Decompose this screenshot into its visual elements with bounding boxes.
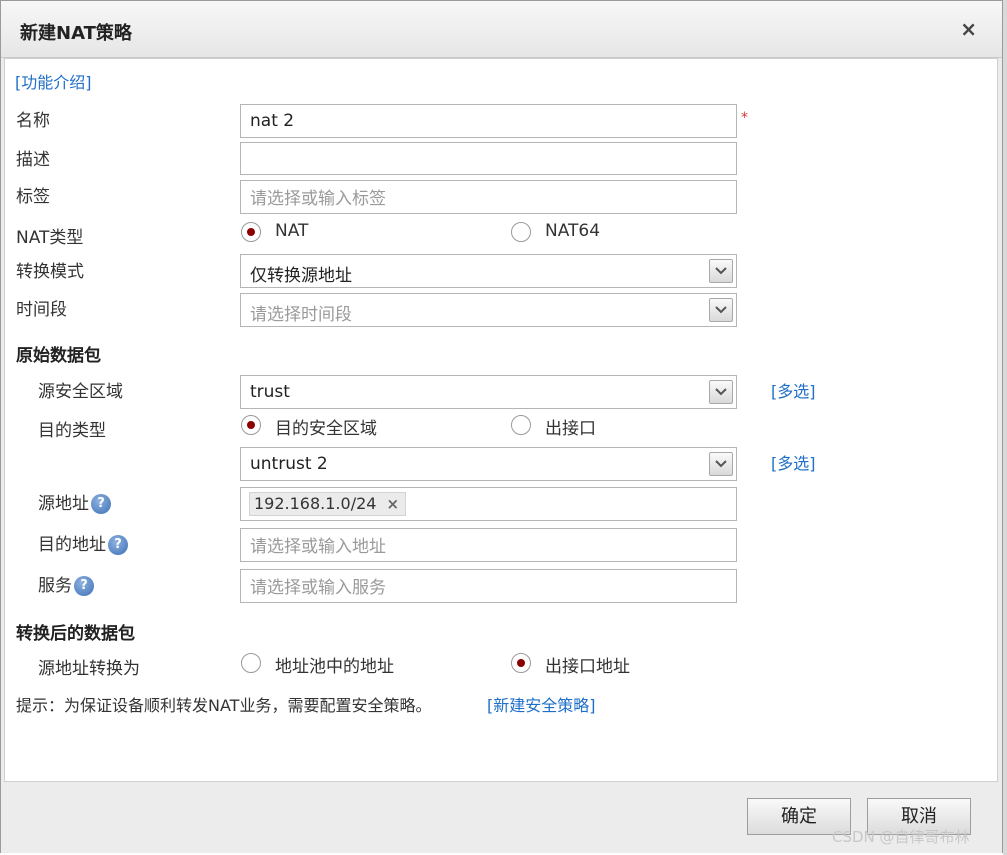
dst-zone-select-value: untrust 2 [250,454,328,474]
tag-remove-icon[interactable]: × [386,495,399,513]
dialog-title: 新建NAT策略 [20,23,132,44]
dst-zone-multi-select-link[interactable]: [多选] [771,450,816,474]
service-input[interactable]: 请选择或输入服务 [240,569,737,603]
dst-addr-label: 目的地址? [38,530,128,555]
original-packet-section-title: 原始数据包 [16,346,101,366]
src-zone-label: 源安全区域 [38,382,123,402]
service-label: 服务? [38,571,94,596]
service-label-text: 服务 [38,576,72,596]
translated-packet-section-title: 转换后的数据包 [16,624,135,644]
dialog-content: [功能介绍] 名称 nat 2 * 描述 标签 请选择或输入标签 NAT类型 N… [4,58,998,782]
chevron-down-icon[interactable] [709,380,733,404]
nat-policy-dialog: 新建NAT策略 × [功能介绍] 名称 nat 2 * 描述 标签 请选择或输入… [0,0,1003,853]
dst-type-label: 目的类型 [38,421,106,441]
src-translate-option-interface: 出接口地址 [545,657,630,677]
name-input[interactable]: nat 2 [240,104,737,138]
help-icon[interactable]: ? [74,576,94,596]
time-select-placeholder: 请选择时间段 [250,305,352,325]
time-select[interactable]: 请选择时间段 [240,293,737,327]
mode-label: 转换模式 [16,262,84,282]
src-translate-label: 源地址转换为 [38,659,140,679]
watermark: CSDN @自律哥布林 [832,828,970,846]
src-translate-radio-pool[interactable] [241,653,261,673]
name-label: 名称 [16,111,50,131]
dst-type-option-interface: 出接口 [545,419,596,439]
chevron-down-icon[interactable] [709,298,733,322]
description-label: 描述 [16,150,50,170]
src-zone-select[interactable]: trust [240,375,737,409]
src-addr-tag-text: 192.168.1.0/24 [254,494,377,513]
time-label: 时间段 [16,300,67,320]
description-input[interactable] [240,142,737,175]
nat-type-option-nat64: NAT64 [545,221,601,241]
dialog-titlebar: 新建NAT策略 × [1,1,1002,58]
help-icon[interactable]: ? [108,535,128,555]
name-input-value: nat 2 [250,111,295,131]
dst-addr-input[interactable]: 请选择或输入地址 [240,528,737,562]
close-icon[interactable]: × [960,17,977,41]
src-translate-option-pool: 地址池中的地址 [275,657,394,677]
dst-type-radio-zone[interactable] [241,415,261,435]
src-addr-tag: 192.168.1.0/24 × [249,492,407,516]
background-edge [1003,0,1007,855]
tip-text: 提示：为保证设备顺利转发NAT业务，需要配置安全策略。 [16,696,432,715]
nat-type-radio-nat[interactable] [241,222,261,242]
dst-type-radio-interface[interactable] [511,415,531,435]
dst-addr-input-placeholder: 请选择或输入地址 [250,537,386,557]
mode-select[interactable]: 仅转换源地址 [240,254,737,288]
nat-type-radio-nat64[interactable] [511,222,531,242]
nat-type-option-nat: NAT [275,221,309,241]
help-icon[interactable]: ? [91,494,111,514]
required-mark: * [741,110,748,126]
chevron-down-icon[interactable] [709,259,733,283]
src-addr-input[interactable]: 192.168.1.0/24 × [240,487,737,521]
dst-zone-select[interactable]: untrust 2 [240,447,737,481]
tag-label: 标签 [16,187,50,207]
tag-input-placeholder: 请选择或输入标签 [250,189,386,209]
src-addr-label-text: 源地址 [38,494,89,514]
nat-type-label: NAT类型 [16,228,84,248]
src-translate-radio-interface[interactable] [511,653,531,673]
feature-intro-link[interactable]: [功能介绍] [15,69,92,93]
dst-addr-label-text: 目的地址 [38,535,106,555]
src-zone-select-value: trust [250,382,290,402]
service-input-placeholder: 请选择或输入服务 [250,578,386,598]
mode-select-value: 仅转换源地址 [250,266,352,286]
chevron-down-icon[interactable] [709,452,733,476]
tag-input[interactable]: 请选择或输入标签 [240,180,737,214]
src-addr-label: 源地址? [38,489,111,514]
new-security-policy-link[interactable]: [新建安全策略] [487,692,596,716]
src-zone-multi-select-link[interactable]: [多选] [771,378,816,402]
dst-type-option-zone: 目的安全区域 [275,419,377,439]
